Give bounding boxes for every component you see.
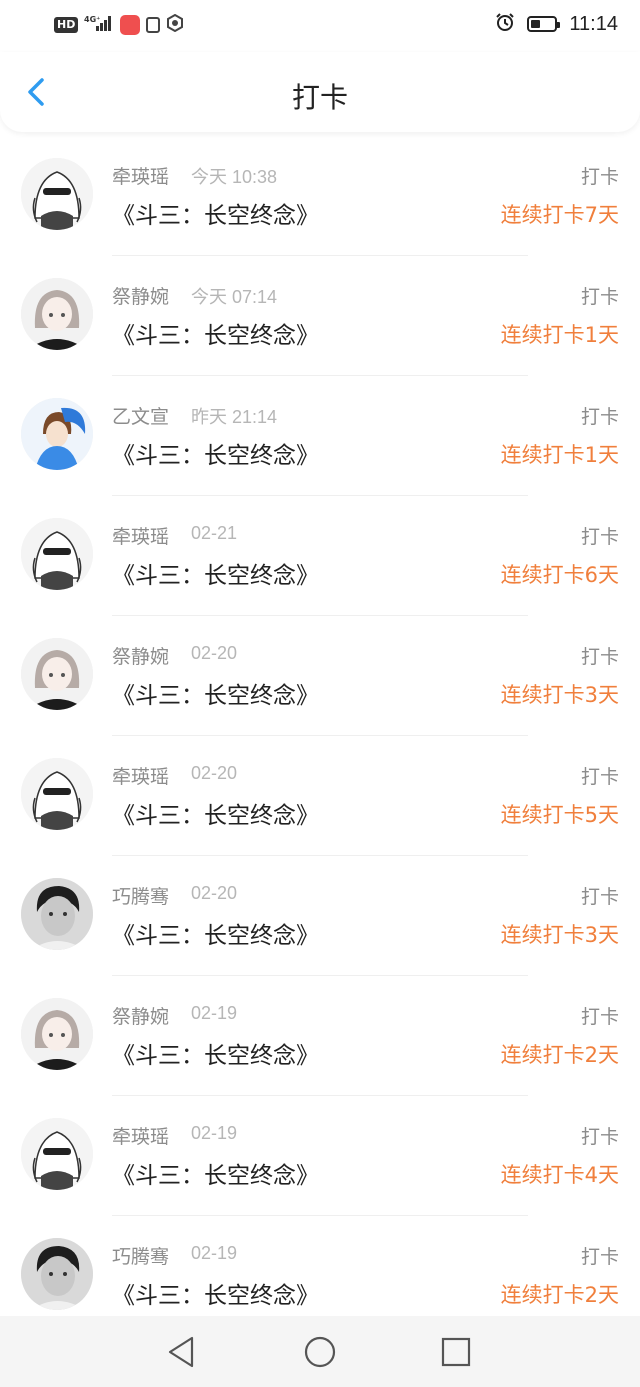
action-label: 打卡 — [580, 646, 619, 668]
shield-icon — [166, 13, 184, 36]
checkin-time: 今天 10:38 — [191, 167, 278, 187]
book-title[interactable]: 《斗三：长空终念》 — [112, 436, 319, 470]
user-name[interactable]: 牵瑛瑶 — [112, 162, 169, 189]
checkin-time: 02-20 — [191, 883, 238, 903]
streak-label: 连续打卡6天 — [500, 563, 619, 587]
checkin-time: 昨天 21:14 — [191, 407, 278, 427]
streak-label: 连续打卡4天 — [500, 1163, 619, 1187]
book-title[interactable]: 《斗三：长空终念》 — [112, 916, 319, 950]
nav-recents-button[interactable] — [436, 1332, 476, 1372]
status-right: 11:14 — [495, 12, 618, 36]
book-title[interactable]: 《斗三：长空终念》 — [112, 676, 319, 710]
action-label: 打卡 — [580, 886, 619, 908]
checkin-row[interactable]: 牵瑛瑶 今天 10:38 《斗三：长空终念》 打卡连续打卡7天 — [0, 136, 640, 256]
checkin-row[interactable]: 牵瑛瑶 02-21 《斗三：长空终念》 打卡连续打卡6天 — [0, 496, 640, 616]
book-title[interactable]: 《斗三：长空终念》 — [112, 1036, 319, 1070]
avatar[interactable] — [21, 758, 93, 830]
app-notification-icon — [120, 15, 141, 35]
book-title[interactable]: 《斗三：长空终念》 — [112, 196, 319, 230]
checkin-row[interactable]: 祭静婉 02-19 《斗三：长空终念》 打卡连续打卡2天 — [0, 976, 640, 1096]
avatar[interactable] — [21, 398, 93, 470]
action-label: 打卡 — [580, 526, 619, 548]
app-header: 打卡 — [0, 52, 640, 132]
action-label: 打卡 — [580, 166, 619, 188]
user-name[interactable]: 祭静婉 — [112, 1002, 169, 1029]
book-title[interactable]: 《斗三：长空终念》 — [112, 796, 319, 830]
page-title: 打卡 — [291, 81, 348, 114]
checkin-list: 牵瑛瑶 今天 10:38 《斗三：长空终念》 打卡 连续打卡7天 祭静婉 今天 07:14 《… — [0, 136, 640, 1316]
checkin-time: 02-20 — [191, 763, 238, 783]
square-recents-icon — [441, 1337, 471, 1367]
avatar[interactable] — [21, 1238, 93, 1310]
battery-fill — [531, 20, 540, 28]
action-label: 打卡 — [580, 766, 619, 788]
book-title[interactable]: 《斗三：长空终念》 — [112, 1156, 319, 1190]
checkin-time: 02-19 — [191, 1243, 238, 1263]
avatar[interactable] — [21, 278, 93, 350]
avatar[interactable] — [21, 158, 93, 230]
checkin-time: 02-21 — [191, 523, 238, 543]
status-left: HD 4G⁺ — [54, 13, 184, 36]
book-title[interactable]: 《斗三：长空终念》 — [112, 1276, 319, 1310]
avatar[interactable] — [21, 878, 93, 950]
signal-icon: 4G⁺ — [84, 14, 114, 36]
nav-home-button[interactable] — [300, 1332, 340, 1372]
checkin-time: 02-19 — [191, 1123, 238, 1143]
book-title[interactable]: 《斗三：长空终念》 — [112, 316, 319, 350]
avatar[interactable] — [21, 638, 93, 710]
user-name[interactable]: 巧腾骞 — [112, 1242, 169, 1269]
action-label: 打卡 — [580, 1126, 619, 1148]
avatar[interactable] — [21, 998, 93, 1070]
user-name[interactable]: 巧腾骞 — [112, 882, 169, 909]
checkin-row[interactable]: 祭静婉 02-20 《斗三：长空终念》 打卡连续打卡3天 — [0, 616, 640, 736]
action-label: 打卡 — [580, 1006, 619, 1028]
checkin-row[interactable]: 巧腾骞 02-20 《斗三：长空终念》 打卡连续打卡3天 — [0, 856, 640, 976]
user-name[interactable]: 牵瑛瑶 — [112, 762, 169, 789]
streak-label: 连续打卡1天 — [500, 323, 619, 347]
user-name[interactable]: 乙文宣 — [112, 402, 169, 429]
streak-label: 连续打卡2天 — [500, 1283, 619, 1307]
nav-back-button[interactable] — [162, 1332, 202, 1372]
network-label: 4G⁺ — [84, 15, 100, 24]
user-name[interactable]: 牵瑛瑶 — [112, 522, 169, 549]
hd-badge: HD — [54, 17, 79, 33]
book-title[interactable]: 《斗三：长空终念》 — [112, 556, 319, 590]
user-name[interactable]: 牵瑛瑶 — [112, 1122, 169, 1149]
checkin-time: 02-19 — [191, 1003, 238, 1023]
clock: 11:14 — [569, 12, 618, 35]
action-label: 打卡 — [580, 286, 619, 308]
action-label: 打卡 — [580, 1246, 619, 1268]
triangle-back-icon — [168, 1336, 194, 1368]
streak-label: 连续打卡1天 — [500, 443, 619, 467]
user-name[interactable]: 祭静婉 — [112, 642, 169, 669]
copy-icon — [146, 17, 161, 33]
alarm-icon — [495, 12, 515, 36]
checkin-row[interactable]: 巧腾骞 02-19 《斗三：长空终念》 打卡连续打卡2天 — [0, 1216, 640, 1316]
checkin-row[interactable]: 祭静婉 今天 07:14 《斗三：长空终念》 打卡连续打卡1天 — [0, 256, 640, 376]
checkin-time: 02-20 — [191, 643, 238, 663]
streak-label: 连续打卡3天 — [500, 683, 619, 707]
checkin-time: 今天 07:14 — [191, 287, 278, 307]
streak-label: 连续打卡7天 — [500, 203, 619, 227]
checkin-row[interactable]: 牵瑛瑶 02-20 《斗三：长空终念》 打卡连续打卡5天 — [0, 736, 640, 856]
checkin-row[interactable]: 乙文宣 昨天 21:14 《斗三：长空终念》 打卡连续打卡1天 — [0, 376, 640, 496]
circle-home-icon — [304, 1336, 336, 1368]
avatar[interactable] — [21, 518, 93, 590]
streak-label: 连续打卡5天 — [500, 803, 619, 827]
checkin-row[interactable]: 牵瑛瑶 02-19 《斗三：长空终念》 打卡连续打卡4天 — [0, 1096, 640, 1216]
streak-label: 连续打卡3天 — [500, 923, 619, 947]
status-bar: HD 4G⁺ 11:14 — [0, 0, 640, 52]
avatar[interactable] — [21, 1118, 93, 1190]
user-name[interactable]: 祭静婉 — [112, 282, 169, 309]
action-label: 打卡 — [580, 406, 619, 428]
streak-label: 连续打卡2天 — [500, 1043, 619, 1067]
battery-icon — [527, 16, 561, 32]
system-nav-bar — [0, 1316, 640, 1387]
